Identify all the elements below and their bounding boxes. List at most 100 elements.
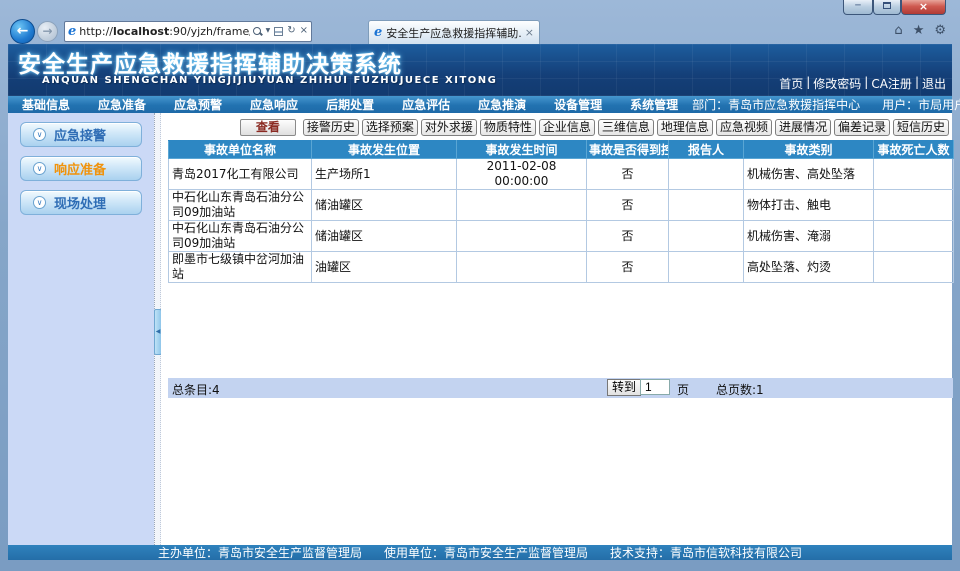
user-label: 用户：市局用户 <box>882 96 960 113</box>
main-menubar: 基础信息 应急准备 应急预警 应急响应 后期处置 应急评估 应急推演 设备管理 … <box>8 96 952 113</box>
sidebar-item-response-preparation[interactable]: ∨ 响应准备 <box>20 156 142 181</box>
cell-unit-name: 中石化山东青岛石油分公司09加油站 <box>169 190 312 221</box>
sidebar: ∨ 应急接警 ∨ 响应准备 ∨ 现场处理 <box>8 113 154 545</box>
col-controlled: 事故是否得到控制 <box>587 141 669 159</box>
cell-time <box>457 252 587 283</box>
minimize-button[interactable]: ─ <box>843 0 873 15</box>
alarm-history-button[interactable]: 接警历史 <box>303 119 359 136</box>
page-number-input[interactable] <box>640 379 670 395</box>
main-panel: 查看 接警历史 选择预案 对外求援 物质特性 企业信息 三维信息 地理信息 应急… <box>161 113 952 545</box>
menu-emergency-preparation[interactable]: 应急准备 <box>84 96 160 113</box>
settings-gear-icon[interactable]: ⚙ <box>934 23 946 38</box>
cell-reporter <box>669 221 744 252</box>
back-button[interactable]: ← <box>10 19 35 44</box>
enterprise-info-button[interactable]: 企业信息 <box>539 119 595 136</box>
cell-time <box>457 190 587 221</box>
sidebar-item-label: 现场处理 <box>54 193 106 212</box>
sidebar-item-label: 响应准备 <box>54 159 106 178</box>
ie-icon: e <box>68 25 76 38</box>
menu-system-management[interactable]: 系统管理 <box>616 96 692 113</box>
deviation-record-button[interactable]: 偏差记录 <box>834 119 890 136</box>
compatibility-view-icon[interactable] <box>274 27 283 36</box>
cell-time <box>457 221 587 252</box>
cell-category: 高处坠落、灼烫 <box>744 252 874 283</box>
link-change-password[interactable]: 修改密码 <box>813 75 861 92</box>
cell-controlled: 否 <box>587 159 669 190</box>
emergency-video-button[interactable]: 应急视频 <box>716 119 772 136</box>
table-row[interactable]: 青岛2017化工有限公司 生产场所1 2011-02-08 00:00:00 否… <box>169 159 954 190</box>
page-suffix-label: 页 <box>677 381 689 398</box>
table-header-row: 事故单位名称 事故发生位置 事故发生时间 事故是否得到控制 报告人 事故类别 事… <box>169 141 954 159</box>
refresh-icon[interactable]: ↻ <box>287 26 295 36</box>
cell-location: 储油罐区 <box>312 221 457 252</box>
goto-page-button[interactable]: 转到 <box>607 379 641 396</box>
cell-location: 油罐区 <box>312 252 457 283</box>
cell-category: 机械伤害、淹溺 <box>744 221 874 252</box>
content-area: ∨ 应急接警 ∨ 响应准备 ∨ 现场处理 ◀ 查看 接警历史 选择预案 对外求援… <box>8 113 952 545</box>
menu-emergency-evaluation[interactable]: 应急评估 <box>388 96 464 113</box>
search-icon[interactable] <box>253 27 262 36</box>
menu-emergency-response[interactable]: 应急响应 <box>236 96 312 113</box>
stop-icon[interactable]: × <box>300 26 308 36</box>
menu-emergency-warning[interactable]: 应急预警 <box>160 96 236 113</box>
cell-category: 物体打击、触电 <box>744 190 874 221</box>
chevron-down-icon: ∨ <box>33 162 46 175</box>
header-links: 首页 | 修改密码 | CA注册 | 退出 <box>779 75 946 92</box>
external-aid-button[interactable]: 对外求援 <box>421 119 477 136</box>
browser-tab[interactable]: e 安全生产应急救援指挥辅助... × <box>368 20 540 44</box>
table-row[interactable]: 即墨市七级镇中岔河加油站 油罐区 否 高处坠落、灼烫 <box>169 252 954 283</box>
col-category: 事故类别 <box>744 141 874 159</box>
cell-deaths <box>874 252 954 283</box>
system-title: 安全生产应急救援指挥辅助决策系统 <box>18 45 402 79</box>
home-icon[interactable]: ⌂ <box>894 23 902 38</box>
sms-history-button[interactable]: 短信历史 <box>893 119 949 136</box>
cell-category: 机械伤害、高处坠落 <box>744 159 874 190</box>
col-location: 事故发生位置 <box>312 141 457 159</box>
system-subtitle: ANQUAN SHENGCHAN YINGJIJIUYUAN ZHIHUI FU… <box>42 75 497 86</box>
close-button[interactable]: × <box>901 0 946 15</box>
menu-equipment-management[interactable]: 设备管理 <box>540 96 616 113</box>
tab-ie-icon: e <box>374 26 382 39</box>
tab-close-icon[interactable]: × <box>525 27 534 38</box>
favorites-icon[interactable]: ★ <box>913 23 925 38</box>
table-row[interactable]: 中石化山东青岛石油分公司09加油站 储油罐区 否 物体打击、触电 <box>169 190 954 221</box>
maximize-button[interactable] <box>873 0 901 15</box>
three-d-info-button[interactable]: 三维信息 <box>598 119 654 136</box>
view-button[interactable]: 查看 <box>240 119 296 136</box>
select-plan-button[interactable]: 选择预案 <box>362 119 418 136</box>
col-reporter: 报告人 <box>669 141 744 159</box>
menu-basic-info[interactable]: 基础信息 <box>8 96 84 113</box>
forward-button[interactable]: → <box>37 21 58 42</box>
cell-unit-name: 青岛2017化工有限公司 <box>169 159 312 190</box>
maximize-icon <box>883 2 891 9</box>
total-pages-label: 总页数:1 <box>716 381 764 398</box>
sidebar-item-scene-handling[interactable]: ∨ 现场处理 <box>20 190 142 215</box>
cell-reporter <box>669 190 744 221</box>
pagination-bar: 总条目:4 转到 页 总页数:1 <box>168 378 953 398</box>
menu-post-disposal[interactable]: 后期处置 <box>312 96 388 113</box>
session-info: 部门：青岛市应急救援指挥中心 用户：市局用户 <box>692 96 960 113</box>
cell-reporter <box>669 159 744 190</box>
cell-location: 生产场所1 <box>312 159 457 190</box>
col-unit-name: 事故单位名称 <box>169 141 312 159</box>
material-property-button[interactable]: 物质特性 <box>480 119 536 136</box>
sidebar-item-emergency-call[interactable]: ∨ 应急接警 <box>20 122 142 147</box>
search-dropdown-icon[interactable]: ▼ <box>266 28 271 34</box>
cell-unit-name: 中石化山东青岛石油分公司09加油站 <box>169 221 312 252</box>
url-field[interactable]: http://localhost:90/yjzh/frame/homepage.… <box>79 25 249 38</box>
link-ca-register[interactable]: CA注册 <box>871 75 912 92</box>
cell-unit-name: 即墨市七级镇中岔河加油站 <box>169 252 312 283</box>
sidebar-divider: ◀ <box>154 113 161 545</box>
table-row[interactable]: 中石化山东青岛石油分公司09加油站 储油罐区 否 机械伤害、淹溺 <box>169 221 954 252</box>
sidebar-item-label: 应急接警 <box>54 125 106 144</box>
chevron-down-icon: ∨ <box>33 196 46 209</box>
geographic-info-button[interactable]: 地理信息 <box>657 119 713 136</box>
menu-emergency-drill[interactable]: 应急推演 <box>464 96 540 113</box>
link-home[interactable]: 首页 <box>779 75 803 92</box>
progress-button[interactable]: 进展情况 <box>775 119 831 136</box>
address-bar[interactable]: e http://localhost:90/yjzh/frame/homepag… <box>64 21 312 42</box>
cell-controlled: 否 <box>587 221 669 252</box>
address-bar-icons: ▼ ↻ × <box>253 26 308 36</box>
department-label: 部门：青岛市应急救援指挥中心 <box>692 96 860 113</box>
link-logout[interactable]: 退出 <box>922 75 946 92</box>
